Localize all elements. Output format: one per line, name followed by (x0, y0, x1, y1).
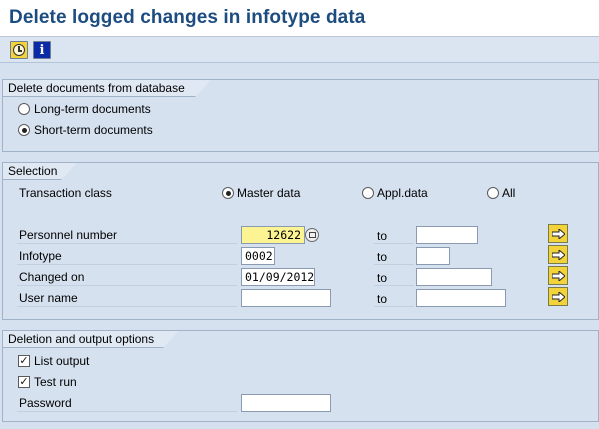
personnel-number-to-field[interactable] (416, 226, 478, 244)
delete-documents-group: Delete documents from database Long-term… (2, 79, 599, 152)
information-icon: i (39, 42, 45, 58)
to-label: to (377, 250, 388, 264)
transaction-class-label: Transaction class (19, 186, 112, 200)
user-name-label: User name (19, 291, 78, 305)
list-output-checkbox[interactable]: ✓ (18, 355, 30, 367)
multiple-selection-button[interactable] (548, 224, 568, 243)
arrow-right-icon (551, 270, 565, 281)
multiple-selection-button[interactable] (548, 287, 568, 306)
application-toolbar: i (0, 37, 599, 63)
matchcode-button[interactable] (305, 228, 319, 242)
infotype-to-field[interactable] (416, 247, 450, 265)
row-underline (17, 264, 237, 265)
appl-data-radio[interactable] (362, 187, 374, 199)
changed-on-from-field[interactable]: 01/09/2012 (241, 268, 315, 286)
row-underline (17, 285, 237, 286)
all-radio[interactable] (487, 187, 499, 199)
group-header: Deletion and output options (3, 331, 179, 348)
execute-clock-icon (13, 44, 25, 56)
master-data-radio[interactable] (222, 187, 234, 199)
user-name-to-field[interactable] (416, 289, 506, 307)
long-term-label: Long-term documents (34, 102, 151, 116)
selection-group: Selection Transaction class Master data … (2, 162, 599, 320)
group-header: Delete documents from database (3, 80, 211, 97)
row-underline (374, 264, 414, 265)
password-label: Password (19, 396, 72, 410)
test-run-checkbox[interactable]: ✓ (18, 376, 30, 388)
personnel-number-label: Personnel number (19, 228, 118, 242)
short-term-radio[interactable] (18, 124, 30, 136)
matchcode-icon (308, 232, 316, 238)
infotype-label: Infotype (19, 249, 62, 263)
row-underline (17, 243, 237, 244)
arrow-right-icon (551, 249, 565, 260)
multiple-selection-button[interactable] (548, 245, 568, 264)
row-underline (17, 411, 237, 412)
information-button[interactable]: i (33, 41, 51, 59)
user-name-from-field[interactable] (241, 289, 331, 307)
short-term-label: Short-term documents (34, 123, 153, 137)
multiple-selection-button[interactable] (548, 266, 568, 285)
arrow-right-icon (551, 291, 565, 302)
to-label: to (377, 292, 388, 306)
master-data-label: Master data (237, 186, 301, 200)
row-underline (374, 243, 414, 244)
row-underline (374, 285, 414, 286)
group-header: Selection (3, 163, 77, 180)
list-output-label: List output (34, 354, 90, 368)
arrow-right-icon (551, 228, 565, 239)
row-underline (374, 306, 414, 307)
long-term-radio[interactable] (18, 103, 30, 115)
changed-on-to-field[interactable] (416, 268, 492, 286)
to-label: to (377, 229, 388, 243)
infotype-from-field[interactable]: 0002 (241, 247, 275, 265)
deletion-output-options-group: Deletion and output options ✓ List outpu… (2, 330, 599, 422)
all-label: All (502, 186, 516, 200)
appl-data-label: Appl.data (377, 186, 428, 200)
execute-button[interactable] (10, 41, 28, 59)
test-run-label: Test run (34, 375, 77, 389)
personnel-number-from-field[interactable]: 12622 (241, 226, 305, 244)
page-title: Delete logged changes in infotype data (9, 7, 366, 28)
password-field[interactable] (241, 394, 331, 412)
to-label: to (377, 271, 388, 285)
row-underline (17, 306, 237, 307)
title-bar: Delete logged changes in infotype data (0, 0, 599, 37)
changed-on-label: Changed on (19, 270, 85, 284)
